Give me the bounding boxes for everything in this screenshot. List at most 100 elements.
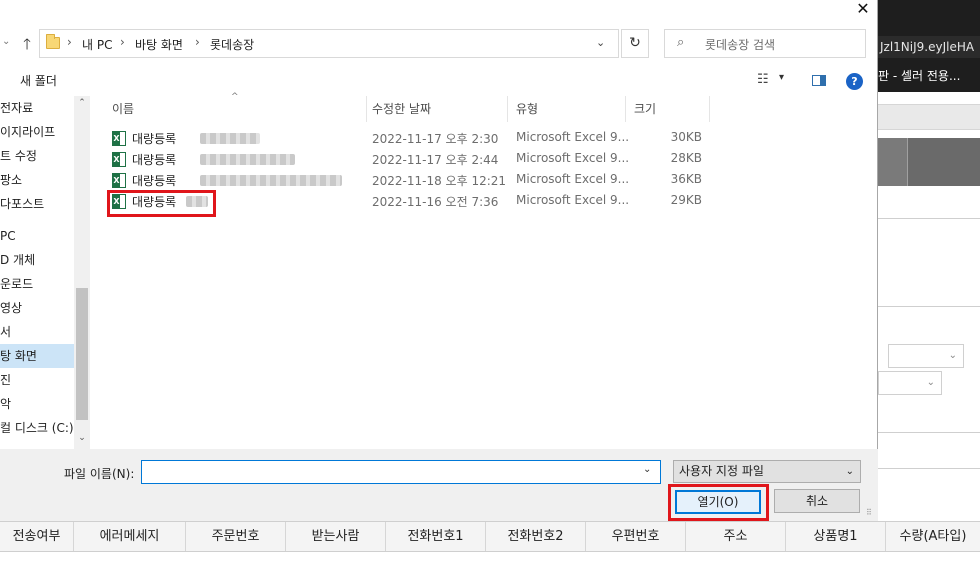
file-date: 2022-11-17 오후 2:30	[372, 132, 499, 146]
sidebar-item[interactable]: 전자료	[0, 96, 74, 120]
excel-file-icon	[112, 152, 126, 167]
background-select[interactable]: ⌄	[878, 371, 942, 395]
new-folder-button[interactable]: 새 폴더	[20, 72, 57, 89]
file-size: 29KB	[670, 193, 702, 207]
preview-pane-icon[interactable]	[812, 75, 826, 86]
background-select[interactable]: ⌄	[888, 344, 964, 368]
help-icon[interactable]: ?	[846, 73, 863, 90]
sidebar-scrollbar[interactable]: ⌃ ⌄	[74, 96, 90, 449]
file-name: 대량등록	[132, 132, 177, 146]
table-header-cell: 전화번호1	[386, 522, 486, 551]
table-header-cell: 받는사람	[286, 522, 386, 551]
sidebar-item[interactable]: 다포스트	[0, 192, 74, 216]
file-row[interactable]: 대량등록 2022-11-17 오후 2:44 Microsoft Excel …	[110, 149, 710, 170]
column-header-size[interactable]: 크기	[626, 96, 710, 122]
file-name: 대량등록	[132, 174, 177, 188]
file-type: Microsoft Excel 9...	[516, 172, 630, 186]
sidebar-item[interactable]: 이지라이프	[0, 120, 74, 144]
chevron-down-icon: ⌄	[845, 466, 854, 477]
breadcrumb-separator: ›	[67, 35, 72, 49]
sidebar-item-downloads[interactable]: 운로드	[0, 272, 74, 296]
file-size: 28KB	[670, 151, 702, 165]
background-divider	[878, 432, 980, 433]
filename-label: 파일 이름(N):	[64, 467, 135, 481]
search-icon: ⌕	[677, 35, 685, 50]
excel-file-icon	[112, 131, 126, 146]
filename-dropdown-icon[interactable]: ⌄	[643, 464, 651, 475]
redacted-text	[200, 133, 260, 144]
filetype-select[interactable]: 사용자 지정 파일 ⌄	[673, 460, 861, 483]
folder-icon	[46, 34, 60, 49]
file-open-dialog: ✕ ⌄ 🡑 › 내 PC › 바탕 화면 › 롯데송장 ⌄ ↻ ⌕ 롯데송장 검…	[0, 0, 878, 521]
sidebar-item-videos[interactable]: 영상	[0, 296, 74, 320]
background-url-bar[interactable]: Jzl1NiJ9.eyJleHA	[878, 36, 980, 58]
table-header-cell: 수량(A타입)	[899, 529, 967, 544]
cancel-button[interactable]: 취소	[774, 489, 860, 513]
file-type: Microsoft Excel 9...	[516, 193, 630, 207]
resize-grip-icon[interactable]: ⠿	[866, 508, 872, 517]
table-header-cell: 주소	[686, 522, 786, 551]
file-date: 2022-11-16 오전 7:36	[372, 195, 499, 209]
sidebar-item[interactable]: 팡소	[0, 168, 74, 192]
column-header-date[interactable]: 수정한 날짜	[364, 96, 508, 122]
breadcrumb-desktop[interactable]: 바탕 화면	[135, 36, 183, 53]
filename-input[interactable]	[141, 460, 661, 484]
breadcrumb-this-pc[interactable]: 내 PC	[82, 36, 112, 53]
file-date: 2022-11-18 오후 12:21	[372, 174, 507, 188]
table-header-cell: 에러메세지	[74, 522, 186, 551]
background-table-header: 전송여부 에러메세지 주문번호 받는사람 전화번호1 전화번호2 우편번호 주소…	[0, 521, 980, 552]
background-block	[908, 138, 980, 186]
file-type: Microsoft Excel 9...	[516, 130, 630, 144]
sort-ascending-icon: ^	[231, 92, 239, 102]
close-button[interactable]: ✕	[848, 0, 878, 18]
address-dropdown-icon[interactable]: ⌄	[596, 36, 605, 49]
dialog-toolbar: 새 폴더 ☷ ▾ ?	[0, 66, 878, 96]
file-name: 대량등록	[132, 153, 177, 167]
sidebar-item-desktop[interactable]: 탕 화면	[0, 344, 74, 368]
sidebar-item-documents[interactable]: 서	[0, 320, 74, 344]
search-placeholder: 롯데송장 검색	[705, 38, 776, 52]
table-header-cell: 주문번호	[186, 522, 286, 551]
filetype-value: 사용자 지정 파일	[679, 464, 764, 478]
background-divider	[878, 468, 980, 469]
file-size: 30KB	[670, 130, 702, 144]
background-block	[878, 138, 908, 186]
file-row[interactable]: 대량등록 2022-11-18 오후 12:21 Microsoft Excel…	[110, 170, 710, 191]
background-toolbar	[878, 104, 980, 130]
scroll-down-icon[interactable]: ⌄	[74, 433, 90, 443]
table-header-cell: 전송여부	[0, 522, 74, 551]
redacted-text	[200, 154, 295, 165]
sidebar-item-3d-objects[interactable]: D 개체	[0, 248, 74, 272]
highlight-box	[107, 190, 216, 217]
search-input[interactable]: ⌕ 롯데송장 검색	[664, 29, 866, 58]
sidebar-item-music[interactable]: 악	[0, 392, 74, 416]
address-row: ⌄ 🡑 › 내 PC › 바탕 화면 › 롯데송장 ⌄ ↻ ⌕ 롯데송장 검색	[0, 29, 878, 59]
sidebar-item-this-pc[interactable]: PC	[0, 224, 74, 248]
view-options-icon[interactable]: ☷	[757, 72, 769, 87]
file-size: 36KB	[670, 172, 702, 186]
breadcrumb-separator: ›	[195, 35, 200, 49]
breadcrumb-lotte-folder[interactable]: 롯데송장	[210, 36, 254, 53]
file-type: Microsoft Excel 9...	[516, 151, 630, 165]
scroll-thumb[interactable]	[76, 288, 88, 420]
background-tab-title: 판 - 셀러 전용...	[878, 69, 961, 83]
table-header-cell: 우편번호	[586, 522, 686, 551]
view-dropdown-icon[interactable]: ▾	[779, 72, 784, 83]
file-list: 이름 ^ 수정한 날짜 유형 크기 대량등록 2022-11-17 오후 2:3…	[90, 92, 878, 449]
highlight-box	[668, 484, 769, 521]
table-header-cell: 전화번호2	[486, 522, 586, 551]
sidebar-item-pictures[interactable]: 진	[0, 368, 74, 392]
sidebar-item[interactable]: 트 수정	[0, 144, 74, 168]
breadcrumb-separator: ›	[120, 35, 125, 49]
file-row[interactable]: 대량등록 2022-11-17 오후 2:30 Microsoft Excel …	[110, 128, 710, 149]
table-header-cell: 상품명1	[786, 522, 886, 551]
column-header-type[interactable]: 유형	[508, 96, 626, 122]
recent-locations-chevron-icon[interactable]: ⌄	[2, 36, 10, 47]
sidebar-item-local-disk[interactable]: 컬 디스크 (C:)	[0, 416, 74, 440]
background-divider	[878, 218, 980, 219]
scroll-up-icon[interactable]: ⌃	[74, 98, 90, 108]
address-bar[interactable]: › 내 PC › 바탕 화면 › 롯데송장 ⌄	[39, 29, 619, 58]
refresh-icon[interactable]: ↻	[621, 29, 649, 58]
file-date: 2022-11-17 오후 2:44	[372, 153, 499, 167]
up-arrow-icon[interactable]: 🡑	[17, 33, 37, 55]
